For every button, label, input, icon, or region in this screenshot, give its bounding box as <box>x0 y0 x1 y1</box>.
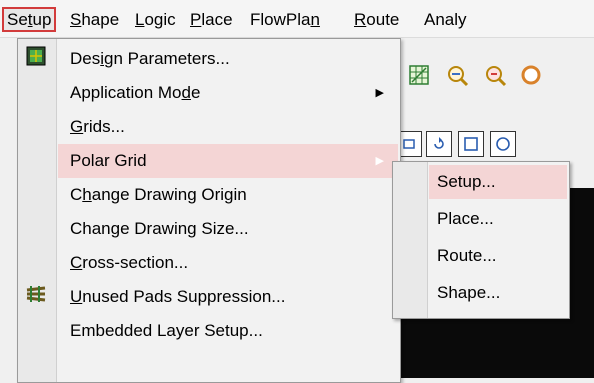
menu-analysis[interactable]: Analy <box>420 8 471 31</box>
menu-gutter <box>18 39 57 382</box>
menu-logic[interactable]: Logic <box>131 8 180 31</box>
submenu-item-setup[interactable]: Setup... <box>429 165 567 199</box>
menu-item-application-mode[interactable]: Application Mode ▶ <box>58 76 398 110</box>
submenu-arrow-icon: ▶ <box>375 155 384 167</box>
menu-route[interactable]: Route <box>350 8 403 31</box>
submenu-gutter <box>393 162 428 318</box>
zoom-in-icon[interactable] <box>482 62 508 88</box>
menu-bar: Setup Shape Logic Place FlowPlan Route A… <box>0 0 594 38</box>
menu-item-change-drawing-origin[interactable]: Change Drawing Origin <box>58 178 398 212</box>
menu-item-cross-section[interactable]: Cross-section... <box>58 246 398 280</box>
submenu-item-place[interactable]: Place... <box>429 202 567 236</box>
submenu-item-shape[interactable]: Shape... <box>429 276 567 310</box>
zoom-extents-icon[interactable] <box>518 62 544 88</box>
rectangle-icon[interactable] <box>458 131 484 157</box>
menu-flowplan[interactable]: FlowPlan <box>246 8 324 31</box>
menu-item-change-drawing-size[interactable]: Change Drawing Size... <box>58 212 398 246</box>
circle-icon[interactable] <box>490 131 516 157</box>
menu-item-polar-grid[interactable]: Polar Grid ▶ <box>58 144 398 178</box>
cross-section-icon <box>23 281 49 307</box>
menu-item-unused-pads-suppression[interactable]: Unused Pads Suppression... <box>58 280 398 314</box>
menu-item-grids[interactable]: Grids... <box>58 110 398 144</box>
menu-setup[interactable]: Setup <box>2 7 57 32</box>
menu-shape[interactable]: Shape <box>66 8 123 31</box>
rotate-icon[interactable] <box>426 131 452 157</box>
menu-item-embedded-layer-setup[interactable]: Embedded Layer Setup... <box>58 314 398 348</box>
submenu-item-route[interactable]: Route... <box>429 239 567 273</box>
zoom-area-icon[interactable] <box>444 62 470 88</box>
menu-place[interactable]: Place <box>186 8 237 31</box>
setup-menu: Design Parameters... Application Mode ▶ … <box>17 38 401 383</box>
submenu-arrow-icon: ▶ <box>375 87 384 99</box>
design-parameters-icon <box>23 43 49 69</box>
polar-grid-submenu: Setup... Place... Route... Shape... <box>392 161 570 319</box>
grid-toolbar-icon[interactable] <box>406 62 432 88</box>
menu-item-design-parameters[interactable]: Design Parameters... <box>58 42 398 76</box>
